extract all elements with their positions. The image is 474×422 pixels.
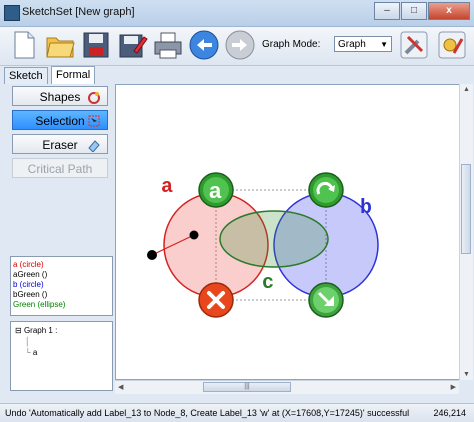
- tool-panel: Shapes Selection Eraser Critical Path a …: [10, 84, 113, 392]
- selection-button[interactable]: Selection: [12, 110, 108, 130]
- eraser-label: Eraser: [42, 138, 78, 152]
- tree-connector: │: [25, 337, 30, 346]
- undo-icon[interactable]: [188, 29, 220, 61]
- tab-sketch[interactable]: Sketch: [4, 67, 48, 84]
- node-a-letter: a: [209, 178, 222, 203]
- tree-root[interactable]: ⊟ Graph 1 :: [15, 325, 108, 336]
- collapse-icon[interactable]: ⊟: [15, 326, 22, 335]
- status-message: Undo 'Automatically add Label_13 to Node…: [5, 408, 410, 418]
- redo-icon[interactable]: [224, 29, 256, 61]
- graph-mode-label: Graph Mode:: [262, 39, 321, 50]
- settings-icon[interactable]: [436, 29, 468, 61]
- graph-drawing: a b c a: [147, 172, 379, 318]
- tab-formal[interactable]: Formal: [51, 66, 96, 85]
- label-b: b: [360, 197, 372, 220]
- shapes-button[interactable]: Shapes: [12, 86, 108, 106]
- window-title: SketchSet [New graph]: [22, 6, 135, 18]
- ellipse-green[interactable]: [219, 210, 329, 268]
- vertical-scrollbar[interactable]: ▲ ▼: [459, 84, 473, 380]
- title-bar: SketchSet [New graph] – □ x: [0, 0, 474, 27]
- tree-child-label: a: [32, 348, 38, 357]
- toolbar: Graph Mode: Graph ▼: [0, 27, 474, 66]
- print-icon[interactable]: [152, 29, 184, 61]
- edge-end-node: [189, 230, 199, 240]
- node-a-icon[interactable]: a: [198, 172, 234, 208]
- selection-icon: [88, 115, 100, 127]
- redo-arrow-icon[interactable]: [308, 172, 344, 208]
- vertical-scroll-thumb[interactable]: [461, 164, 471, 254]
- save-icon[interactable]: [80, 29, 112, 61]
- edge-start-node: [147, 250, 157, 260]
- eraser-button[interactable]: Eraser: [12, 134, 108, 154]
- shapes-label: Shapes: [39, 90, 81, 104]
- arrow-down-right-icon[interactable]: [308, 282, 344, 318]
- scroll-up-icon[interactable]: ▲: [463, 86, 470, 93]
- object-list: a (circle) aGreen () b (circle) bGreen (…: [10, 256, 113, 316]
- close-button[interactable]: x: [428, 2, 470, 20]
- open-folder-icon[interactable]: [44, 29, 76, 61]
- delete-x-icon[interactable]: [198, 282, 234, 318]
- minimize-button[interactable]: –: [374, 2, 400, 20]
- new-file-icon[interactable]: [8, 29, 40, 61]
- chevron-down-icon: ▼: [380, 40, 388, 49]
- tree-child[interactable]: └ a: [15, 347, 108, 358]
- horizontal-scrollbar[interactable]: ◀ ||| ▶: [115, 380, 459, 394]
- list-item[interactable]: aGreen (): [13, 270, 110, 280]
- list-item[interactable]: a (circle): [13, 260, 110, 270]
- eraser-icon: [88, 140, 100, 152]
- scroll-right-icon[interactable]: ▶: [451, 383, 456, 391]
- critical-path-button[interactable]: Critical Path: [12, 158, 108, 178]
- tree-root-label: Graph 1 :: [23, 326, 58, 335]
- app-icon: [4, 5, 20, 21]
- scroll-down-icon[interactable]: ▼: [463, 371, 470, 378]
- graph-mode-value: Graph: [338, 39, 366, 50]
- save-as-icon[interactable]: [116, 29, 148, 61]
- list-item[interactable]: b (circle): [13, 280, 110, 290]
- critical-path-label: Critical Path: [27, 162, 93, 176]
- drawing-canvas[interactable]: a b c a: [115, 84, 461, 380]
- graph-mode-select[interactable]: Graph ▼: [334, 36, 392, 52]
- label-c: c: [262, 272, 274, 295]
- shapes-icon: [88, 92, 100, 104]
- status-bar: Undo 'Automatically add Label_13 to Node…: [0, 403, 474, 422]
- list-item[interactable]: bGreen (): [13, 290, 110, 300]
- cursor-coordinates: 246,214: [433, 408, 466, 418]
- window-controls: – □ x: [373, 2, 470, 20]
- selection-label: Selection: [35, 114, 85, 128]
- horizontal-scroll-thumb[interactable]: |||: [203, 382, 291, 392]
- list-item[interactable]: Green (ellipse): [13, 300, 110, 310]
- label-a: a: [161, 176, 173, 199]
- maximize-button[interactable]: □: [401, 2, 427, 20]
- graph-tree: ⊟ Graph 1 : │ └ a: [10, 321, 113, 391]
- tools-icon[interactable]: [398, 29, 430, 61]
- scroll-left-icon[interactable]: ◀: [118, 383, 123, 391]
